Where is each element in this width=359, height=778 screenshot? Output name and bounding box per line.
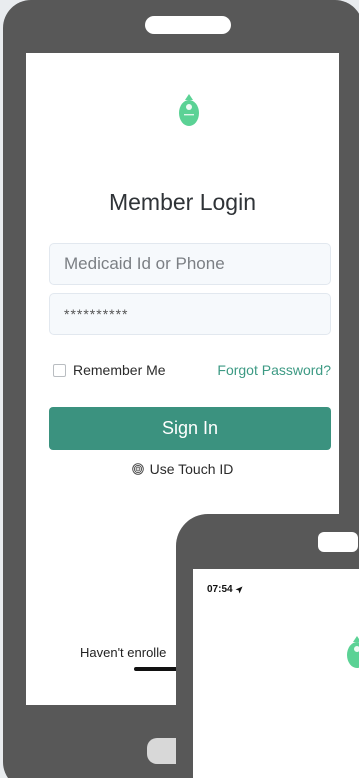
status-time-text: 07:54: [207, 584, 233, 595]
medicaid-id-input[interactable]: [49, 243, 331, 285]
forgot-password-link[interactable]: Forgot Password?: [217, 362, 331, 378]
enroll-text: Haven't enrolle: [80, 645, 167, 660]
checkbox-box[interactable]: [53, 363, 66, 377]
page-title: Member Login: [108, 189, 257, 215]
remember-me-checkbox[interactable]: Remember Me: [53, 362, 166, 378]
touch-id-button[interactable]: Use Touch ID: [26, 461, 339, 477]
leaf-drop-logo-icon: [347, 636, 359, 668]
phone-speaker: [318, 532, 358, 552]
leaf-drop-logo-icon: [179, 94, 199, 126]
phone-speaker: [145, 16, 231, 34]
status-bar-time: 07:54: [207, 584, 243, 595]
phone-frame-front: 07:54: [176, 514, 359, 778]
password-input[interactable]: [49, 293, 331, 335]
second-screen: 07:54: [193, 569, 359, 778]
touch-id-label: Use Touch ID: [149, 461, 234, 477]
sign-in-button[interactable]: Sign In: [49, 407, 331, 450]
location-arrow-icon: [235, 586, 243, 593]
remember-me-label: Remember Me: [73, 362, 166, 378]
fingerprint-icon: [131, 463, 144, 475]
stage: Member Login Remember Me Forgot Password…: [0, 0, 359, 778]
